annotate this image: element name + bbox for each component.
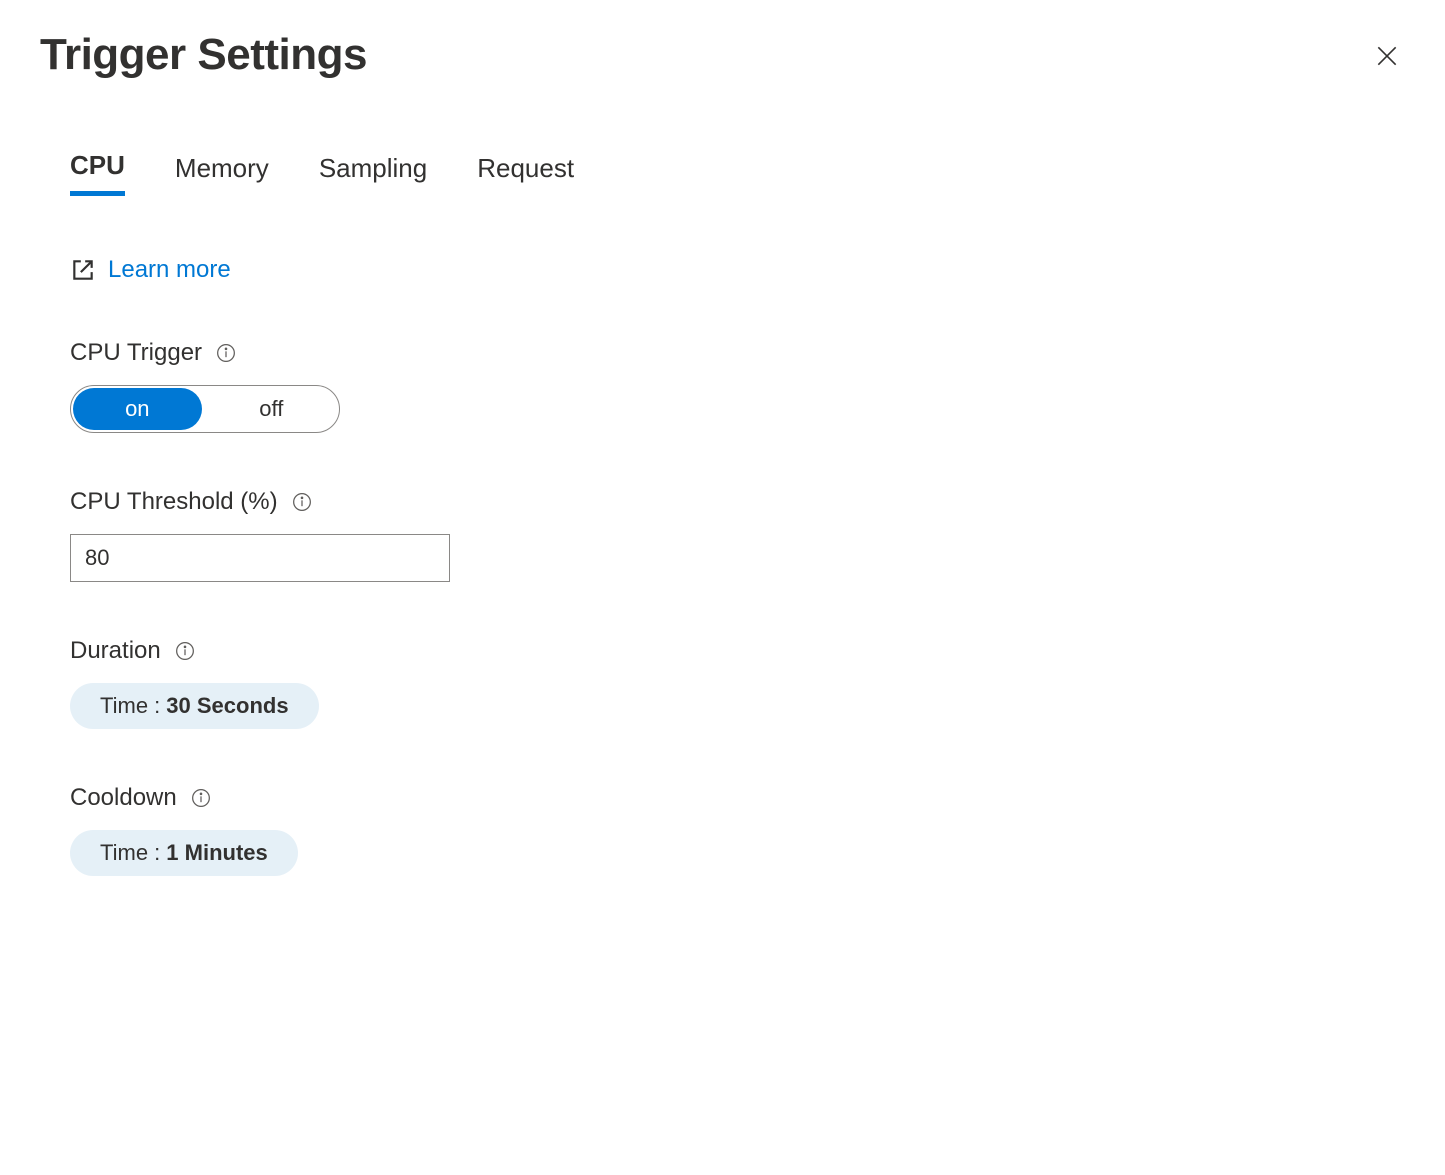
cpu-trigger-label-row: CPU Trigger (70, 339, 1405, 367)
cooldown-label-row: Cooldown (70, 784, 1405, 812)
external-link-icon (70, 257, 96, 283)
duration-label-row: Duration (70, 637, 1405, 665)
tab-sampling[interactable]: Sampling (319, 150, 427, 196)
page-title: Trigger Settings (40, 30, 367, 80)
cpu-trigger-toggle[interactable]: on off (70, 385, 340, 433)
tab-memory[interactable]: Memory (175, 150, 269, 196)
info-icon[interactable] (216, 343, 236, 363)
close-button[interactable] (1369, 38, 1405, 74)
cpu-threshold-label: CPU Threshold (%) (70, 488, 278, 516)
toggle-on-option[interactable]: on (73, 388, 202, 430)
duration-pill[interactable]: Time : 30 Seconds (70, 683, 319, 729)
cpu-trigger-label: CPU Trigger (70, 339, 202, 367)
panel-header: Trigger Settings (40, 30, 1405, 80)
learn-more-row: Learn more (70, 256, 1405, 284)
toggle-off-option[interactable]: off (204, 386, 339, 432)
info-icon[interactable] (191, 788, 211, 808)
info-icon[interactable] (175, 641, 195, 661)
info-icon[interactable] (292, 492, 312, 512)
learn-more-link[interactable]: Learn more (108, 256, 231, 284)
tab-cpu[interactable]: CPU (70, 150, 125, 196)
duration-label: Duration (70, 637, 161, 665)
cooldown-field: Cooldown Time : 1 Minutes (70, 784, 1405, 876)
cpu-trigger-field: CPU Trigger on off (70, 339, 1405, 433)
cooldown-pill[interactable]: Time : 1 Minutes (70, 830, 298, 876)
cooldown-pill-label: Time : (100, 840, 160, 866)
close-icon (1374, 43, 1400, 69)
cooldown-label: Cooldown (70, 784, 177, 812)
duration-field: Duration Time : 30 Seconds (70, 637, 1405, 729)
tab-list: CPU Memory Sampling Request (70, 150, 1405, 196)
cpu-threshold-label-row: CPU Threshold (%) (70, 488, 1405, 516)
duration-pill-label: Time : (100, 693, 160, 719)
panel-content: CPU Memory Sampling Request Learn more C… (40, 150, 1405, 876)
cpu-threshold-field: CPU Threshold (%) (70, 488, 1405, 582)
tab-request[interactable]: Request (477, 150, 574, 196)
duration-pill-value: 30 Seconds (166, 693, 288, 719)
cooldown-pill-value: 1 Minutes (166, 840, 267, 866)
cpu-threshold-input[interactable] (70, 534, 450, 582)
